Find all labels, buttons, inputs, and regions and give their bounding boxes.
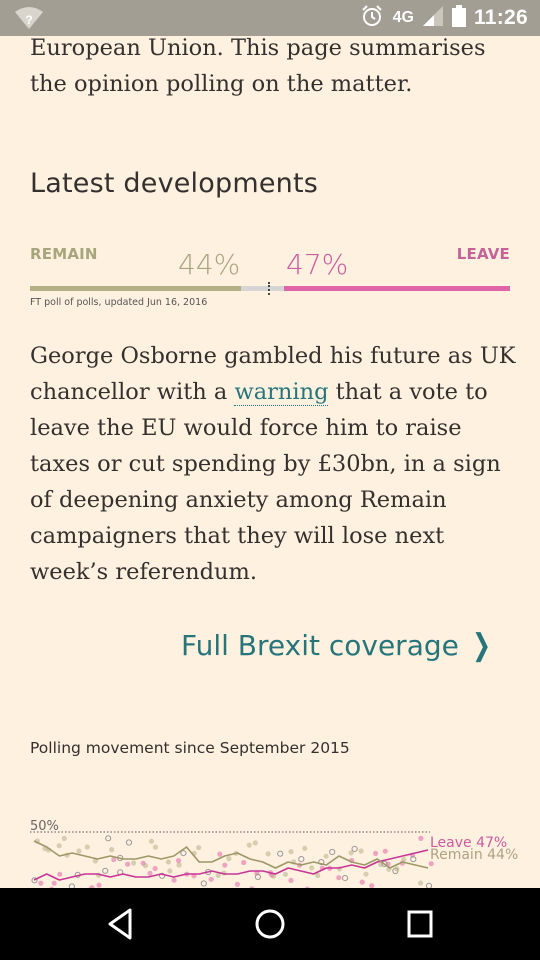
poll-dot — [351, 845, 358, 853]
section-heading: Latest developments — [30, 168, 318, 199]
poll-dot — [418, 880, 424, 886]
poll-dot — [217, 851, 223, 857]
poll-dot — [148, 838, 155, 844]
poll-dot — [56, 843, 62, 849]
poll-dot — [373, 850, 379, 856]
poll-dot — [359, 879, 365, 885]
page-content[interactable]: European Union. This page summarises the… — [0, 36, 540, 888]
poll-dot — [288, 849, 294, 855]
poll-dot — [222, 862, 228, 868]
poll-dot — [57, 871, 63, 877]
remain-label: REMAIN — [30, 245, 98, 263]
poll-dot — [152, 865, 158, 872]
poll-dot — [84, 844, 90, 850]
navigation-bar — [0, 888, 540, 960]
intro-paragraph: European Union. This page summarises the… — [30, 36, 486, 97]
leave-bar-fill — [284, 286, 510, 291]
poll-dot — [152, 844, 159, 850]
poll-dot — [208, 876, 214, 882]
poll-dot — [51, 880, 57, 886]
poll-dot — [401, 856, 407, 863]
poll-dot — [323, 853, 329, 859]
status-bar: ? 4G 11:26 — [0, 0, 540, 36]
poll-dot — [131, 860, 137, 866]
poll-dot — [302, 845, 308, 851]
poll-dot — [61, 835, 67, 841]
poll-dot — [342, 875, 349, 882]
poll-dot — [252, 840, 258, 846]
clock: 11:26 — [473, 6, 528, 29]
poll-dot — [336, 875, 342, 881]
poll-dot — [200, 880, 207, 887]
poll-dot — [175, 858, 182, 864]
poll-dot — [38, 880, 44, 886]
poll-dot — [418, 835, 424, 841]
poll-dot — [282, 871, 288, 877]
series-label-remain: Remain 44% — [430, 847, 518, 863]
battery-icon — [451, 4, 466, 32]
poll-of-polls: REMAIN LEAVE 44% 47% FT poll of polls, u… — [30, 242, 510, 322]
poll-dot — [309, 865, 315, 871]
warning-link[interactable]: warning — [234, 379, 329, 406]
poll-dot — [125, 861, 131, 867]
poll-dot — [234, 881, 240, 887]
back-icon[interactable] — [100, 906, 140, 942]
article-text-after: that a vote to leave the EU would force … — [30, 379, 501, 585]
network-type: 4G — [392, 9, 414, 26]
home-icon[interactable] — [250, 906, 290, 942]
poll-dot — [226, 856, 232, 862]
poll-dot — [329, 848, 336, 856]
svg-text:?: ? — [25, 13, 32, 27]
poll-dot — [277, 850, 284, 857]
leave-label: LEAVE — [456, 245, 510, 263]
wifi-question-icon: ? — [14, 6, 44, 30]
leave-percentage: 47% — [286, 248, 349, 281]
chevron-right-icon: ❯ — [472, 628, 491, 663]
coverage-label: Full Brexit coverage — [181, 629, 459, 662]
poll-dot — [171, 877, 177, 883]
poll-dot — [167, 868, 173, 874]
poll-dot — [105, 835, 112, 842]
poll-dot — [246, 842, 252, 848]
poll-dot — [165, 859, 172, 865]
poll-dot — [142, 863, 148, 869]
full-brexit-coverage-link[interactable]: Full Brexit coverage ❯ — [181, 628, 494, 663]
poll-source: FT poll of polls, updated Jun 16, 2016 — [30, 297, 208, 308]
poll-dot — [102, 867, 109, 874]
poll-dot — [125, 839, 133, 846]
remain-percentage: 44% — [178, 248, 241, 281]
chart-title: Polling movement since September 2015 — [30, 739, 350, 757]
series-line-remain — [33, 840, 429, 869]
poll-bar — [30, 286, 510, 291]
poll-dot — [147, 870, 153, 876]
polling-chart: 50%35%Leave 47%Remain 44% — [30, 819, 518, 888]
poll-dot — [196, 845, 202, 851]
alarm-icon — [361, 4, 383, 32]
poll-dot — [265, 851, 271, 857]
poll-dot — [358, 848, 364, 854]
poll-dot — [76, 848, 82, 854]
poll-dot — [363, 871, 369, 877]
poll-dot — [241, 859, 247, 866]
remain-bar-fill — [30, 286, 242, 291]
poll-dot — [288, 877, 294, 883]
recents-icon[interactable] — [400, 906, 440, 942]
signal-icon — [422, 5, 444, 32]
poll-dot — [382, 848, 388, 854]
poll-dot — [176, 862, 182, 868]
poll-dot — [109, 847, 115, 853]
poll-dot — [298, 856, 305, 863]
midpoint-marker — [268, 282, 270, 295]
article-paragraph: George Osborne gambled his future as UK … — [30, 338, 520, 590]
poll-dot — [394, 866, 400, 872]
